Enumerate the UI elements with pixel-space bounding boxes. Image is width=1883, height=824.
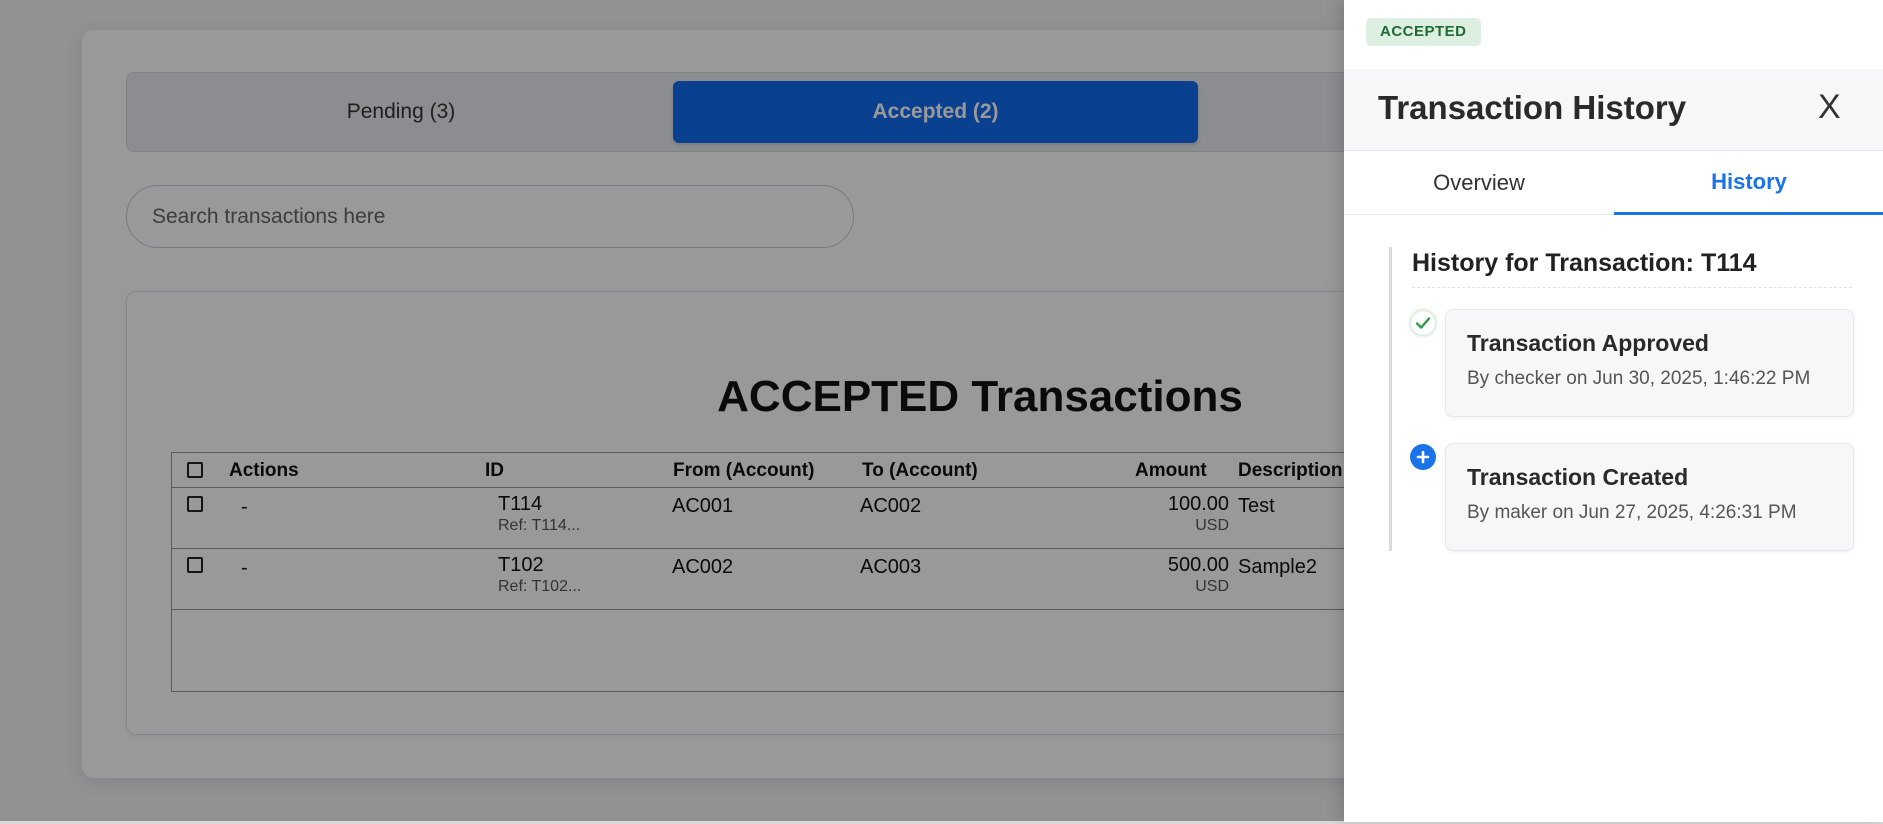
history-event-card: Transaction Created By maker on Jun 27, … (1445, 443, 1854, 551)
transaction-history-panel: ACCEPTED Transaction History X Overview … (1344, 0, 1883, 822)
panel-tabs: Overview History (1344, 151, 1883, 215)
history-event-card: Transaction Approved By checker on Jun 3… (1445, 309, 1854, 417)
history-heading: History for Transaction: T114 (1412, 249, 1757, 277)
event-title: Transaction Created (1467, 464, 1689, 490)
tab-overview[interactable]: Overview (1344, 151, 1614, 215)
panel-title: Transaction History (1378, 89, 1687, 126)
event-title: Transaction Approved (1467, 330, 1709, 356)
status-badge: ACCEPTED (1366, 18, 1481, 46)
event-meta: By checker on Jun 30, 2025, 1:46:22 PM (1467, 368, 1811, 389)
plus-circle-icon (1410, 444, 1436, 470)
event-meta: By maker on Jun 27, 2025, 4:26:31 PM (1467, 502, 1797, 523)
tab-history[interactable]: History (1614, 151, 1883, 215)
check-icon (1410, 310, 1436, 336)
panel-header: Transaction History X (1344, 69, 1883, 151)
history-divider (1412, 287, 1852, 288)
close-button[interactable]: X (1818, 88, 1841, 127)
modal-backdrop[interactable] (0, 0, 1344, 824)
history-timeline: History for Transaction: T114 Transactio… (1389, 247, 1859, 551)
